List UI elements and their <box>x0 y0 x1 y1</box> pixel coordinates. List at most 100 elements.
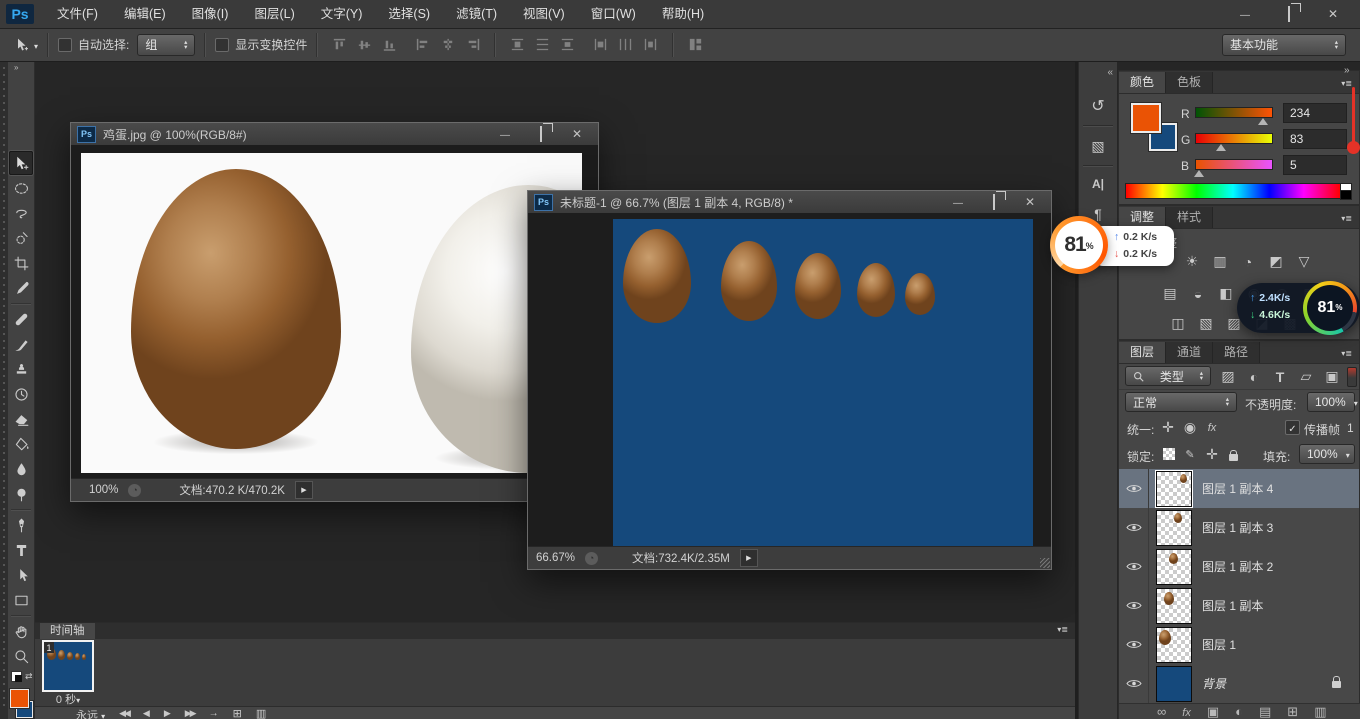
previous-frame-button[interactable] <box>143 707 150 719</box>
distribute-top-edges-button[interactable] <box>505 35 530 55</box>
tool-eraser[interactable] <box>9 407 33 431</box>
tool-paint-bucket[interactable] <box>9 432 33 456</box>
tab-styles[interactable]: 样式 <box>1166 207 1213 228</box>
layer-row-layer-1[interactable]: 图层 1 <box>1119 625 1359 665</box>
align-vertical-centers-button[interactable] <box>352 35 377 55</box>
collapse-panels-icon[interactable] <box>1344 62 1350 76</box>
distribute-horizontal-centers-button[interactable] <box>613 35 638 55</box>
close-icon[interactable] <box>568 125 586 143</box>
app-minimize-icon[interactable] <box>1234 5 1256 23</box>
new-layer-icon[interactable] <box>1287 704 1298 719</box>
filter-pixel-layers-icon[interactable] <box>1217 367 1239 386</box>
brightness-contrast-icon[interactable]: ☀ <box>1181 252 1203 271</box>
channel-r-value[interactable]: 234 <box>1283 103 1347 123</box>
tool-dodge[interactable] <box>9 482 33 506</box>
tool-blur[interactable] <box>9 457 33 481</box>
unify-position-icon[interactable] <box>1159 418 1177 437</box>
collapse-toolbox-icon[interactable] <box>14 63 18 72</box>
default-and-swap-colors[interactable]: ⇄ <box>11 671 33 682</box>
tool-quick-selection[interactable] <box>9 226 33 250</box>
layer-filter-toggle[interactable] <box>1347 367 1357 387</box>
unify-visibility-icon[interactable] <box>1181 418 1199 437</box>
layer-style-icon[interactable] <box>1182 704 1191 719</box>
tween-button[interactable] <box>209 707 219 719</box>
channel-g-value[interactable]: 83 <box>1283 129 1347 149</box>
color-spectrum-ramp[interactable] <box>1125 183 1341 199</box>
tool-type[interactable] <box>9 538 33 562</box>
propagate-frame-checkbox[interactable] <box>1285 420 1300 435</box>
channel-g-slider[interactable] <box>1195 133 1273 144</box>
vibrance-icon[interactable]: ▽ <box>1293 252 1315 271</box>
layer-thumbnail[interactable] <box>1156 510 1192 546</box>
percent-ring-badge[interactable]: 81% <box>1303 281 1357 335</box>
tool-spot-healing-brush[interactable] <box>9 307 33 331</box>
delete-frame-button[interactable] <box>256 707 266 719</box>
show-transform-checkbox[interactable] <box>215 38 229 52</box>
slider-thumb[interactable] <box>1258 118 1268 125</box>
minimize-icon[interactable] <box>949 193 967 211</box>
expand-dock-icon[interactable] <box>1107 64 1113 78</box>
tool-eyedropper[interactable] <box>9 276 33 300</box>
tool-clone-stamp[interactable] <box>9 357 33 381</box>
menu-edit[interactable]: 编辑(E) <box>111 0 179 28</box>
filter-adjustment-layers-icon[interactable] <box>1243 367 1265 386</box>
menu-filter[interactable]: 滤镜(T) <box>443 0 510 28</box>
tab-paths[interactable]: 路径 <box>1213 342 1260 363</box>
menu-type[interactable]: 文字(Y) <box>308 0 376 28</box>
tool-lasso[interactable] <box>9 201 33 225</box>
menu-window[interactable]: 窗口(W) <box>578 0 649 28</box>
timeline-frame-1[interactable]: 1 <box>42 640 94 692</box>
layer-name[interactable]: 图层 1 副本 4 <box>1202 480 1273 497</box>
tool-zoom[interactable] <box>9 644 33 668</box>
layer-thumbnail[interactable] <box>1156 627 1192 663</box>
tool-path-selection[interactable] <box>9 563 33 587</box>
filter-smart-objects-icon[interactable] <box>1321 367 1343 386</box>
workspace-switcher-dropdown[interactable]: 基本功能 <box>1222 34 1346 56</box>
link-layers-icon[interactable] <box>1157 704 1166 719</box>
percent-badge[interactable]: 81% <box>1050 216 1108 274</box>
tab-swatches[interactable]: 色板 <box>1166 72 1213 93</box>
layer-name[interactable]: 图层 1 副本 2 <box>1202 558 1273 575</box>
panel-menu-icon[interactable] <box>1334 209 1359 228</box>
align-horizontal-centers-button[interactable] <box>435 35 460 55</box>
auto-select-target-dropdown[interactable]: 组 <box>137 34 195 56</box>
default-colors-icon[interactable] <box>11 671 22 682</box>
panel-menu-icon[interactable] <box>1334 74 1359 93</box>
color-balance-icon[interactable]: ◒ <box>1187 284 1209 303</box>
maximize-icon[interactable] <box>532 125 550 143</box>
layer-name[interactable]: 图层 1 副本 3 <box>1202 519 1273 536</box>
tab-channels[interactable]: 通道 <box>1166 342 1213 363</box>
layer-name[interactable]: 图层 1 副本 <box>1202 597 1263 614</box>
channel-b-slider[interactable] <box>1195 159 1273 170</box>
layer-row-copy-3[interactable]: 图层 1 副本 3 <box>1119 508 1359 548</box>
document-1-title-bar[interactable]: Ps 鸡蛋.jpg @ 100%(RGB/8#) <box>71 123 598 146</box>
distribute-bottom-edges-button[interactable] <box>555 35 580 55</box>
document-1-zoom-level[interactable]: 100% <box>89 484 118 496</box>
menu-file[interactable]: 文件(F) <box>44 0 111 28</box>
lock-transparency-icon[interactable] <box>1163 448 1175 460</box>
delete-layer-icon[interactable] <box>1314 704 1326 719</box>
menu-image[interactable]: 图像(I) <box>179 0 242 28</box>
tool-brush[interactable] <box>9 332 33 356</box>
panel-menu-icon[interactable] <box>1334 344 1359 363</box>
distribute-right-edges-button[interactable] <box>638 35 663 55</box>
layer-thumbnail[interactable] <box>1156 666 1192 702</box>
lock-pixels-icon[interactable]: ✎ <box>1181 445 1199 464</box>
curves-icon[interactable]: ◔ <box>1237 252 1259 271</box>
lock-all-icon[interactable] <box>1229 450 1238 464</box>
status-options-arrow-icon[interactable] <box>740 549 758 567</box>
invert-icon[interactable]: ◫ <box>1167 314 1189 333</box>
visibility-eye-icon[interactable] <box>1119 664 1149 703</box>
layer-thumbnail[interactable] <box>1156 588 1192 624</box>
panel-menu-icon[interactable] <box>1050 620 1075 639</box>
tool-pen[interactable] <box>9 513 33 537</box>
swap-colors-icon[interactable]: ⇄ <box>25 671 33 682</box>
spectrum-black-swatch[interactable] <box>1340 190 1352 200</box>
character-panel-button[interactable] <box>1084 171 1112 197</box>
posterize-icon[interactable]: ▧ <box>1195 314 1217 333</box>
app-restore-icon[interactable] <box>1278 5 1300 23</box>
hue-saturation-icon[interactable]: ▤ <box>1159 284 1181 303</box>
visibility-eye-icon[interactable] <box>1119 508 1149 547</box>
layer-thumbnail[interactable] <box>1156 549 1192 585</box>
tool-move[interactable] <box>9 151 33 175</box>
